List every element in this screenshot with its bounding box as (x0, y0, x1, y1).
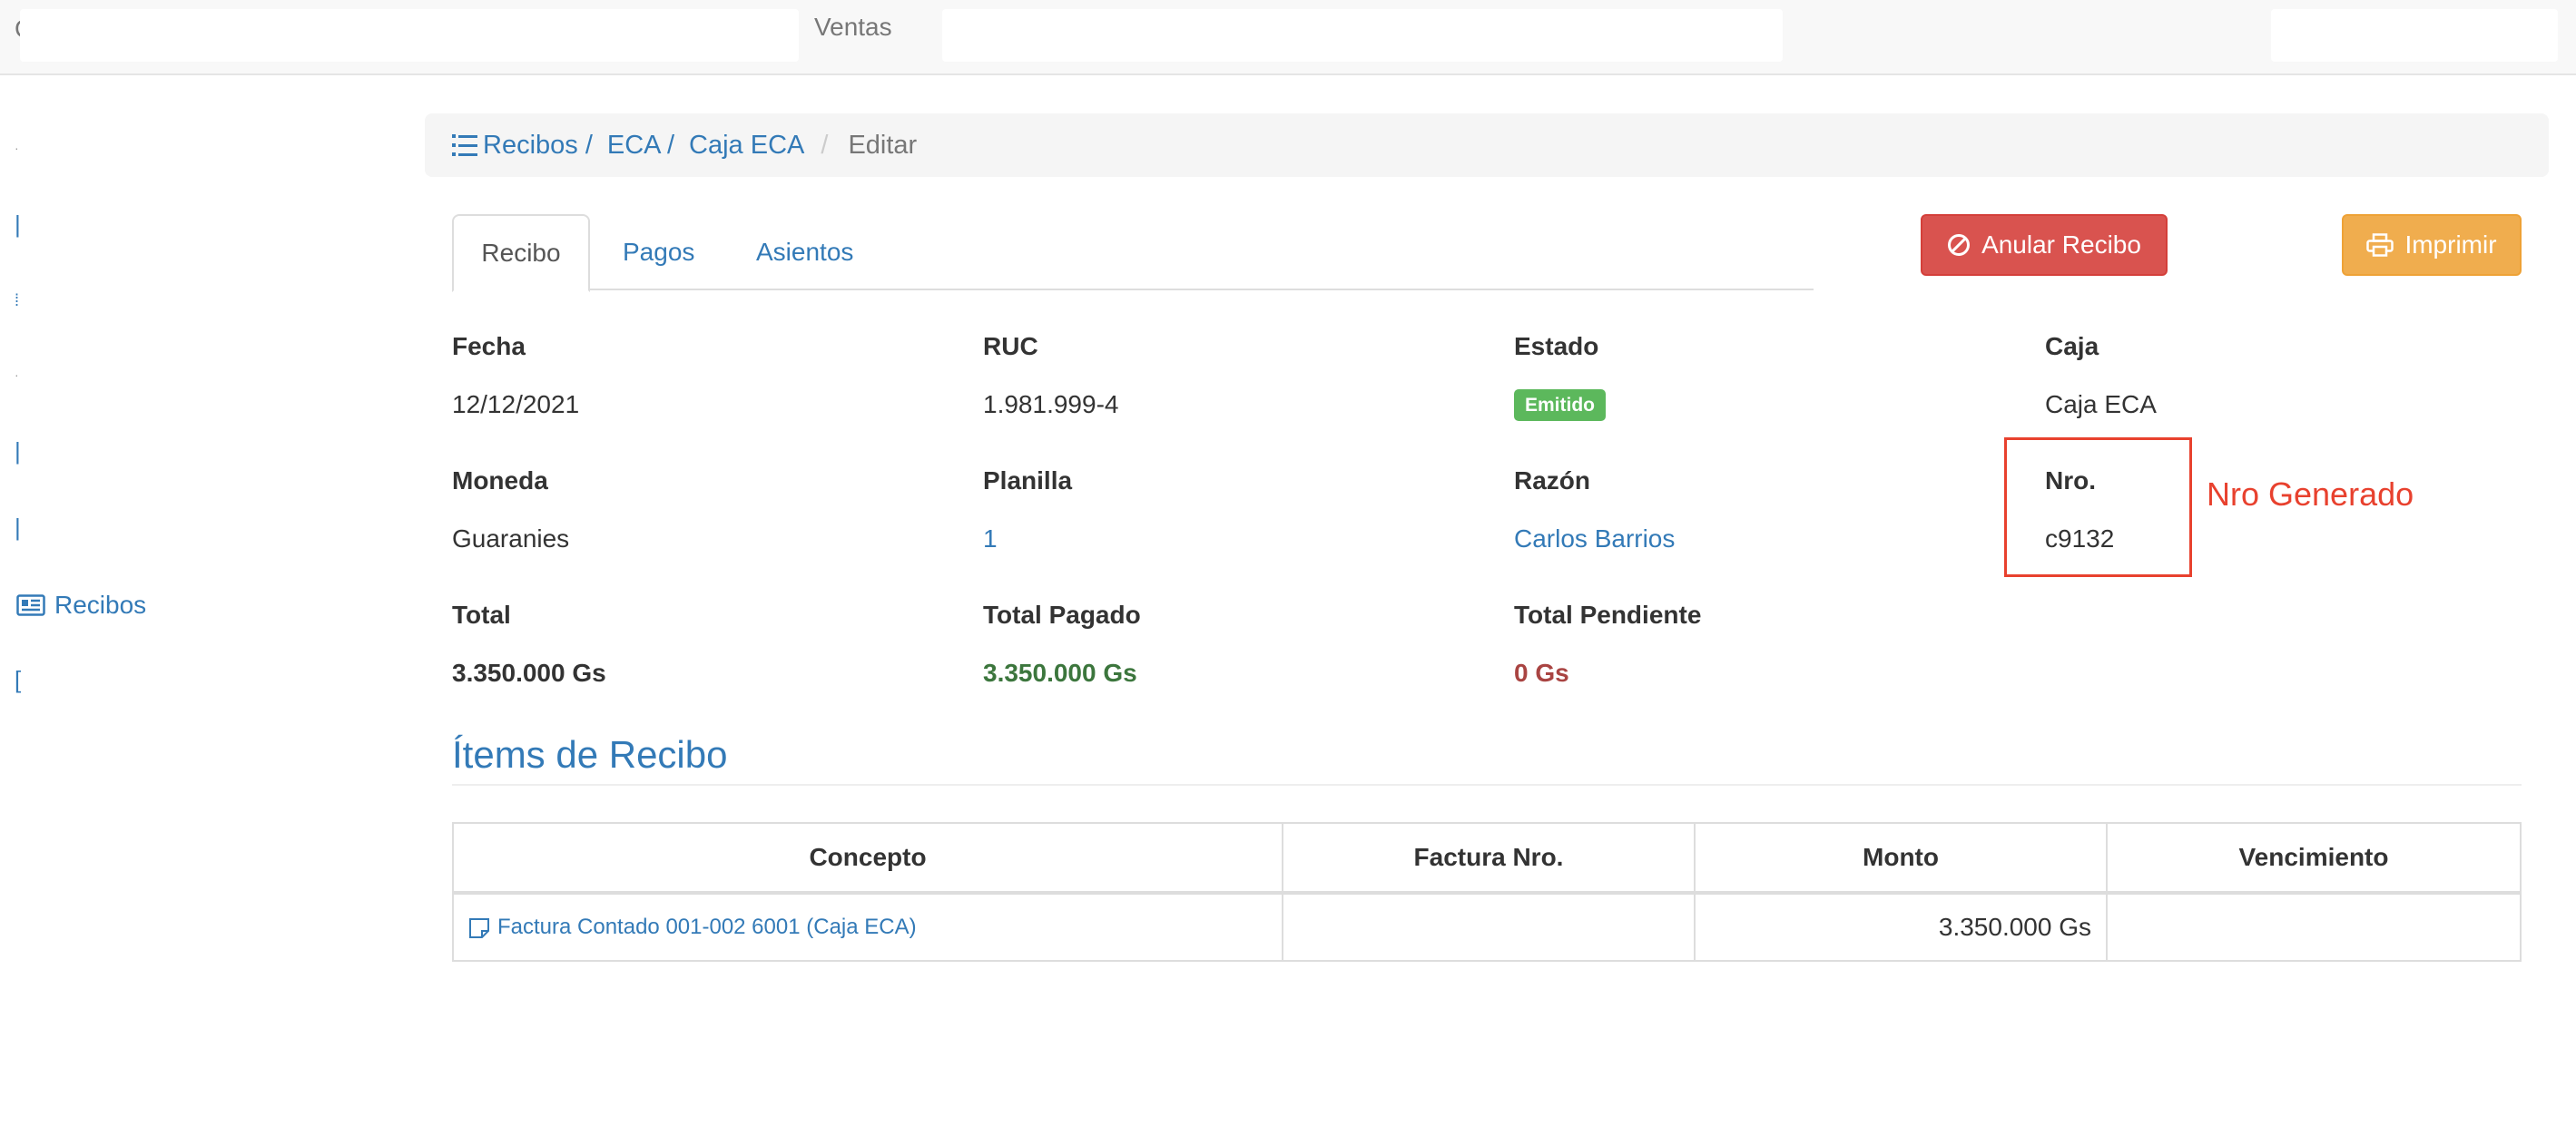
breadcrumb: Recibos / ECA / Caja ECA / Editar (425, 113, 2549, 177)
anular-recibo-button[interactable]: Anular Recibo (1921, 214, 2168, 276)
column-header-vencimiento: Vencimiento (2106, 822, 2522, 895)
breadcrumb-recibos-label: Recibos / (483, 130, 593, 160)
moneda-label: Moneda (452, 466, 548, 495)
annotation-nro-generado: Nro Generado (2207, 475, 2414, 513)
list-icon (452, 134, 477, 156)
ruc-value: 1.981.999-4 (983, 390, 1119, 418)
status-badge: Emitido (1514, 389, 1606, 421)
total-pendiente-value: 0 Gs (1514, 659, 1569, 687)
planilla-link[interactable]: 1 (983, 524, 998, 553)
factura-nro-cell (1282, 892, 1696, 962)
tab-pagos[interactable]: Pagos (623, 214, 694, 290)
fecha-label: Fecha (452, 332, 526, 360)
imprimir-button[interactable]: Imprimir (2342, 214, 2522, 276)
items-table: Concepto Factura Nro. Monto Vencimiento … (452, 822, 2522, 962)
sidebar-item-recibos[interactable]: Recibos (16, 590, 146, 621)
sidebar-item-6[interactable]: | (15, 514, 21, 541)
sidebar-item-5[interactable]: | (15, 437, 21, 465)
ban-icon (1948, 234, 1971, 256)
print-icon (2366, 233, 2394, 257)
table-header-row: Concepto Factura Nro. Monto Vencimiento (452, 822, 2522, 895)
table-row: Factura Contado 001-002 6001 (Caja ECA) … (452, 892, 2522, 962)
navbar-user-field[interactable] (2271, 9, 2558, 62)
items-section-title: Ítems de Recibo (452, 733, 728, 776)
moneda-value: Guaranies (452, 524, 570, 553)
ruc-label: RUC (983, 332, 1038, 360)
fecha-value: 12/12/2021 (452, 390, 580, 418)
nav-ventas-label[interactable]: Ventas (814, 13, 892, 42)
tab-recibo[interactable]: Recibo (452, 214, 590, 292)
breadcrumb-separator: / (821, 130, 829, 160)
total-pendiente-label: Total Pendiente (1514, 601, 1702, 629)
razon-label: Razón (1514, 466, 1590, 495)
column-header-monto: Monto (1694, 822, 2108, 895)
breadcrumb-current: Editar (848, 130, 918, 160)
tab-asientos[interactable]: Asientos (756, 214, 853, 290)
breadcrumb-recibos[interactable]: Recibos / (452, 131, 593, 161)
receipt-list-icon (16, 594, 45, 616)
navbar-left-field[interactable] (20, 9, 799, 62)
breadcrumb-caja-eca[interactable]: Caja ECA (689, 131, 804, 161)
breadcrumb-eca[interactable]: ECA / (607, 131, 674, 161)
sidebar-item-2[interactable]: | (15, 211, 21, 238)
razon-link[interactable]: Carlos Barrios (1514, 524, 1675, 553)
vencimiento-cell (2106, 892, 2522, 962)
tab-bar: Recibo Pagos Asientos (452, 214, 1814, 292)
sidebar-item-label: Recibos (54, 591, 147, 619)
anular-recibo-label: Anular Recibo (1981, 230, 2141, 259)
total-pagado-label: Total Pagado (983, 601, 1141, 629)
planilla-label: Planilla (983, 466, 1073, 495)
total-pagado-value: 3.350.000 Gs (983, 659, 1137, 687)
imprimir-label: Imprimir (2404, 230, 2497, 259)
sidebar-item-4[interactable]: · (15, 361, 19, 388)
edit-note-icon (469, 917, 489, 938)
caja-label: Caja (2045, 332, 2099, 360)
column-header-concepto: Concepto (452, 822, 1283, 895)
sidebar-item-3[interactable]: ⁞ (15, 287, 19, 314)
monto-cell: 3.350.000 Gs (1694, 892, 2108, 962)
nro-highlight-box (2004, 437, 2192, 577)
caja-value: Caja ECA (2045, 390, 2157, 418)
column-header-factura-nro: Factura Nro. (1282, 822, 1696, 895)
concepto-link[interactable]: Factura Contado 001-002 6001 (Caja ECA) (497, 915, 917, 939)
top-navbar: C Ventas (0, 0, 2576, 75)
estado-label: Estado (1514, 332, 1599, 360)
sidebar-item-1[interactable]: · (15, 134, 19, 162)
total-value: 3.350.000 Gs (452, 659, 606, 687)
navbar-search-field[interactable] (942, 9, 1783, 62)
concepto-cell[interactable]: Factura Contado 001-002 6001 (Caja ECA) (452, 892, 1283, 962)
section-divider (452, 784, 2522, 786)
total-label: Total (452, 601, 511, 629)
sidebar-item-8[interactable]: [ (15, 666, 21, 693)
